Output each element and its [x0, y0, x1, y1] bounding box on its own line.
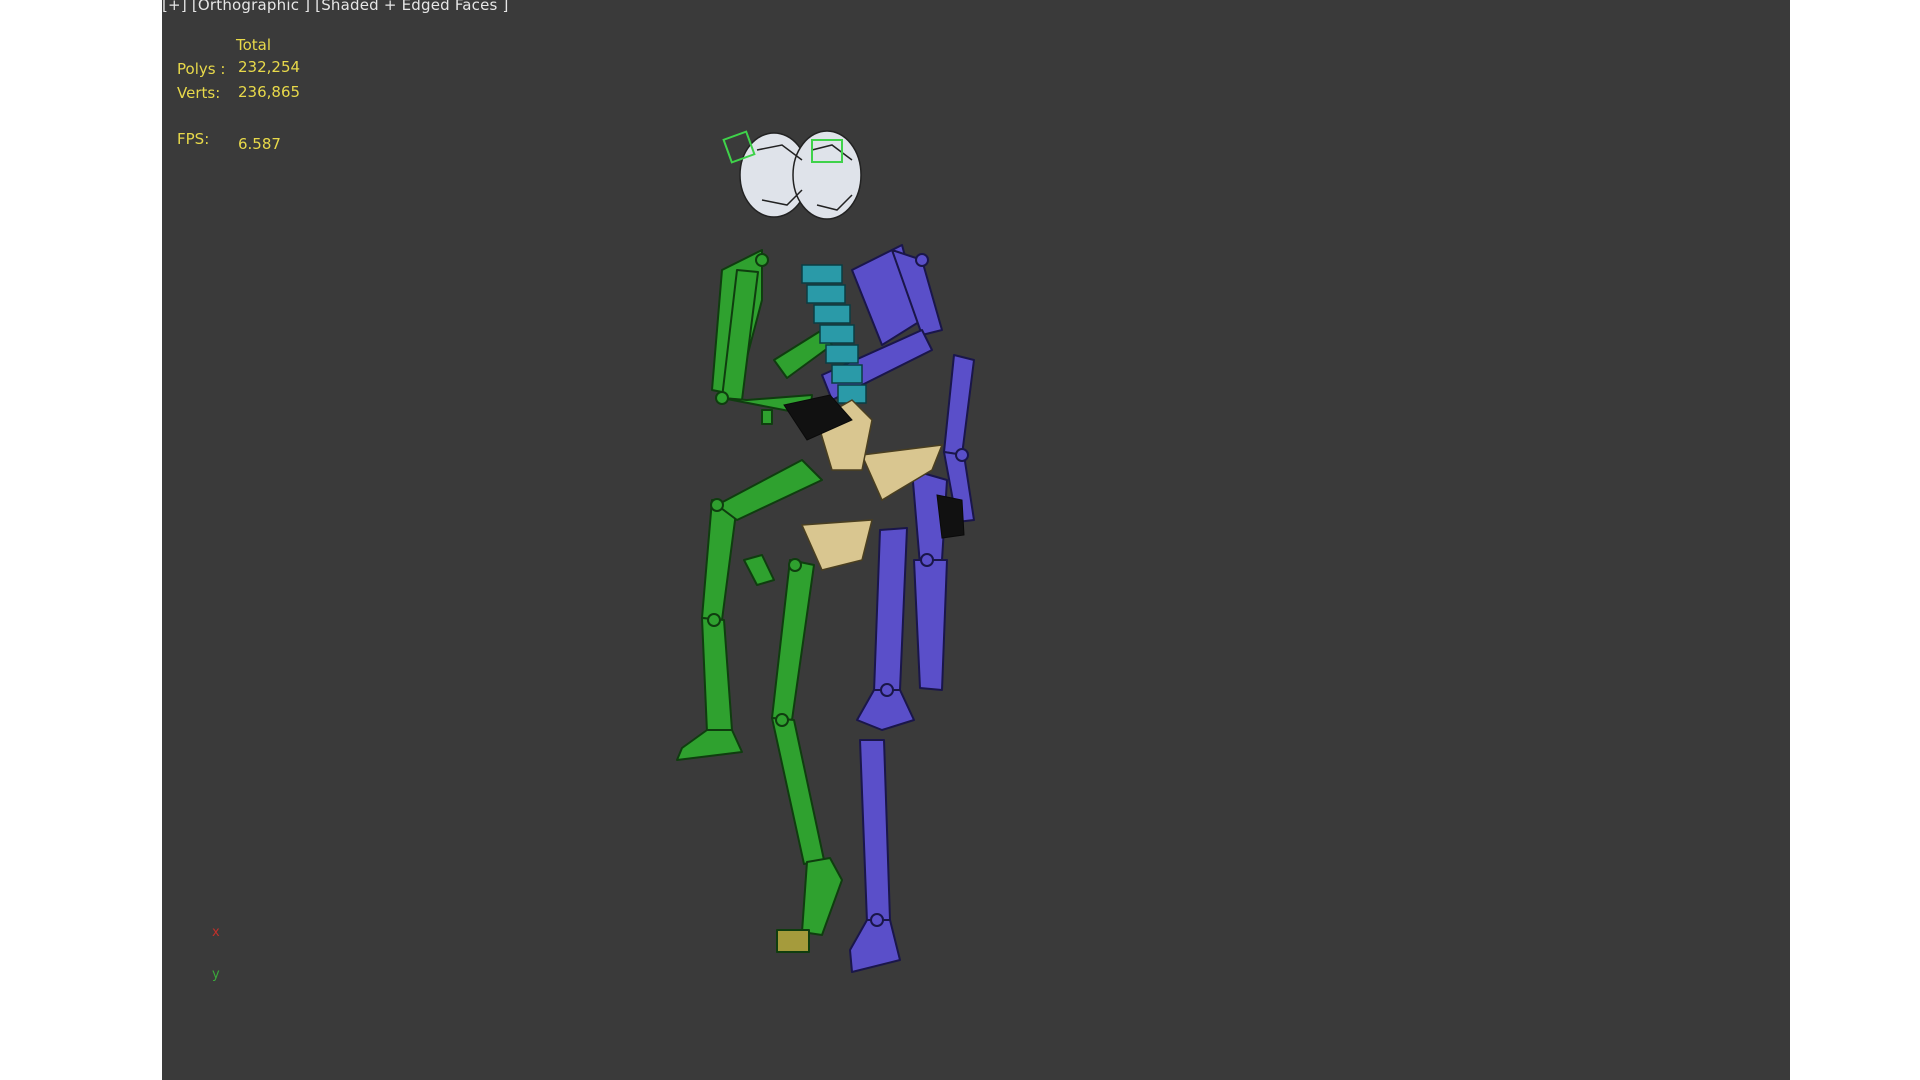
spine-icon: [801, 264, 867, 404]
axis-tripod-icon: x y: [212, 925, 252, 995]
scene-render[interactable]: [162, 0, 1790, 1080]
axis-y-label: y: [212, 967, 220, 982]
axis-x-label: x: [212, 925, 220, 940]
biped-green-icon[interactable]: [676, 249, 843, 953]
viewport-perspective[interactable]: [+] [Orthographic ] [Shaded + Edged Face…: [162, 0, 1790, 1080]
